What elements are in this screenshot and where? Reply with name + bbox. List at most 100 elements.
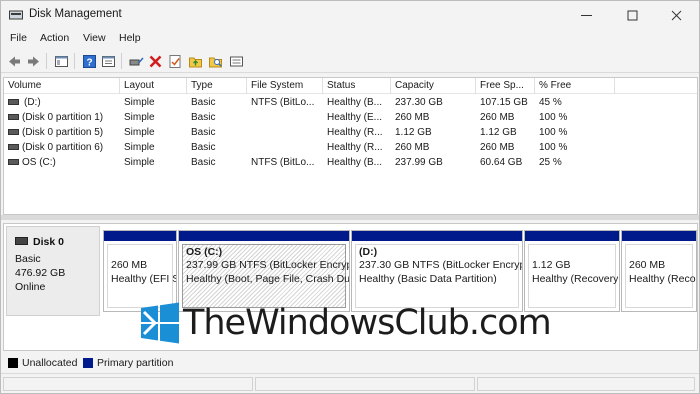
column-header-type[interactable]: Type <box>187 78 247 94</box>
menu-action[interactable]: Action <box>40 32 69 44</box>
partition-body: 260 MB Healthy (Reco <box>625 244 696 308</box>
volume-drive-icon <box>8 129 19 135</box>
unallocated-swatch <box>8 358 18 368</box>
partition-status: Healthy (Recovery <box>532 273 619 285</box>
column-header-file-system[interactable]: File System <box>247 78 323 94</box>
disk-management-window: Disk Management File Action View Help ? <box>0 0 700 394</box>
list-view-button[interactable] <box>228 53 244 69</box>
cell-file-system <box>251 140 322 155</box>
table-row[interactable]: OS (C:) Simple Basic NTFS (BitLo... Heal… <box>4 155 697 170</box>
status-cell <box>477 377 695 391</box>
status-bar <box>1 373 699 393</box>
cell-volume: (Disk 0 partition 5) <box>22 127 104 138</box>
column-header-volume[interactable]: Volume <box>4 78 120 94</box>
delete-button[interactable] <box>147 53 163 69</box>
partition-status: Healthy (Boot, Page File, Crash Du <box>186 273 350 285</box>
partition-status: Healthy (EFI S <box>111 273 177 285</box>
table-row[interactable]: (Disk 0 partition 5) Simple Basic Health… <box>4 125 697 140</box>
console-tree-icon <box>54 55 68 67</box>
partition-type-bar <box>104 231 176 241</box>
toolbar-separator <box>74 53 75 69</box>
table-row[interactable]: (Disk 0 partition 1) Simple Basic Health… <box>4 110 697 125</box>
delete-icon <box>149 55 161 67</box>
partition-recovery-2[interactable]: 260 MB Healthy (Reco <box>621 230 697 312</box>
cell-capacity: 1.12 GB <box>395 127 432 138</box>
window-title: Disk Management <box>29 8 122 20</box>
menu-file[interactable]: File <box>10 32 27 44</box>
partition-name: OS (C:) <box>186 246 223 258</box>
properties-button[interactable] <box>100 53 116 69</box>
search-icon <box>208 57 222 67</box>
column-header-layout[interactable]: Layout <box>120 78 187 94</box>
disk-icon <box>15 237 28 245</box>
cell-layout: Simple <box>124 112 155 123</box>
column-header-status[interactable]: Status <box>323 78 391 94</box>
legend-primary-partition: Primary partition <box>97 357 174 369</box>
cell-layout: Simple <box>124 97 155 108</box>
column-header-percent-free[interactable]: % Free <box>535 78 615 94</box>
column-header-capacity[interactable]: Capacity <box>391 78 476 94</box>
cell-capacity: 260 MB <box>395 142 430 153</box>
cell-status: Healthy (B... <box>327 97 383 108</box>
partition-d[interactable]: (D:) 237.30 GB NTFS (BitLocker Encryp He… <box>351 230 523 312</box>
disk-type: Basic <box>15 253 41 265</box>
table-row[interactable]: (Disk 0 partition 6) Simple Basic Health… <box>4 140 697 155</box>
disk-name: Disk 0 <box>33 236 64 248</box>
help-icon: ? <box>82 54 96 68</box>
legend-unallocated: Unallocated <box>22 357 78 369</box>
folder-up-button[interactable] <box>187 53 203 69</box>
cell-free-space: 1.12 GB <box>480 127 517 138</box>
cell-type: Basic <box>191 157 216 168</box>
cell-percent-free: 45 % <box>539 97 562 108</box>
partition-body: 260 MB Healthy (EFI S <box>107 244 176 308</box>
volume-list-header: Volume Layout Type File System Status Ca… <box>4 78 697 94</box>
forward-arrow-icon <box>27 56 39 66</box>
console-tree-button[interactable] <box>53 53 69 69</box>
column-header-free-space[interactable]: Free Sp... <box>476 78 535 94</box>
cell-volume: (Disk 0 partition 6) <box>22 142 104 153</box>
cell-layout: Simple <box>124 142 155 153</box>
search-button[interactable] <box>207 53 223 69</box>
menu-view[interactable]: View <box>83 32 106 44</box>
back-button[interactable] <box>6 53 22 69</box>
partition-type-bar <box>525 231 619 241</box>
toolbar-separator <box>46 53 47 69</box>
check-button[interactable] <box>167 53 183 69</box>
folder-up-icon <box>188 57 202 67</box>
menu-help[interactable]: Help <box>119 32 141 44</box>
properties-icon <box>101 55 115 67</box>
table-row[interactable]: (D:) Simple Basic NTFS (BitLo... Healthy… <box>4 95 697 110</box>
close-button[interactable] <box>653 1 699 29</box>
cell-capacity: 237.99 GB <box>395 157 443 168</box>
cell-status: Healthy (R... <box>327 142 383 153</box>
cell-type: Basic <box>191 97 216 108</box>
volume-drive-icon <box>8 144 19 150</box>
watermark-text: TheWindowsClub.com <box>183 303 552 343</box>
partition-name: (D:) <box>359 246 378 258</box>
help-button[interactable]: ? <box>81 53 97 69</box>
cell-file-system <box>251 125 322 140</box>
partition-efi[interactable]: 260 MB Healthy (EFI S <box>103 230 177 312</box>
status-cell <box>255 377 475 391</box>
partition-body: OS (C:) 237.99 GB NTFS (BitLocker Encryp… <box>182 244 349 308</box>
volume-drive-icon <box>8 99 19 105</box>
partition-body: 1.12 GB Healthy (Recovery <box>528 244 619 308</box>
connect-drive-button[interactable] <box>128 53 144 69</box>
title-bar: Disk Management <box>1 1 699 29</box>
disk-0-label[interactable]: Disk 0 Basic 476.92 GB Online <box>6 226 100 316</box>
maximize-button[interactable] <box>609 1 655 29</box>
maximize-icon <box>627 10 637 20</box>
cell-free-space: 107.15 GB <box>480 97 528 108</box>
cell-percent-free: 100 % <box>539 127 568 138</box>
pane-splitter[interactable] <box>1 215 699 220</box>
cell-file-system: NTFS (BitLo... <box>251 157 315 168</box>
cell-free-space: 260 MB <box>480 112 515 123</box>
cell-free-space: 260 MB <box>480 142 515 153</box>
forward-button[interactable] <box>25 53 41 69</box>
disk-size: 476.92 GB <box>15 267 66 279</box>
partition-recovery-1[interactable]: 1.12 GB Healthy (Recovery <box>524 230 620 312</box>
cell-type: Basic <box>191 127 216 138</box>
minimize-button[interactable] <box>563 1 609 29</box>
partition-os-c[interactable]: OS (C:) 237.99 GB NTFS (BitLocker Encryp… <box>178 230 350 312</box>
cell-volume: (D:) <box>24 97 41 108</box>
